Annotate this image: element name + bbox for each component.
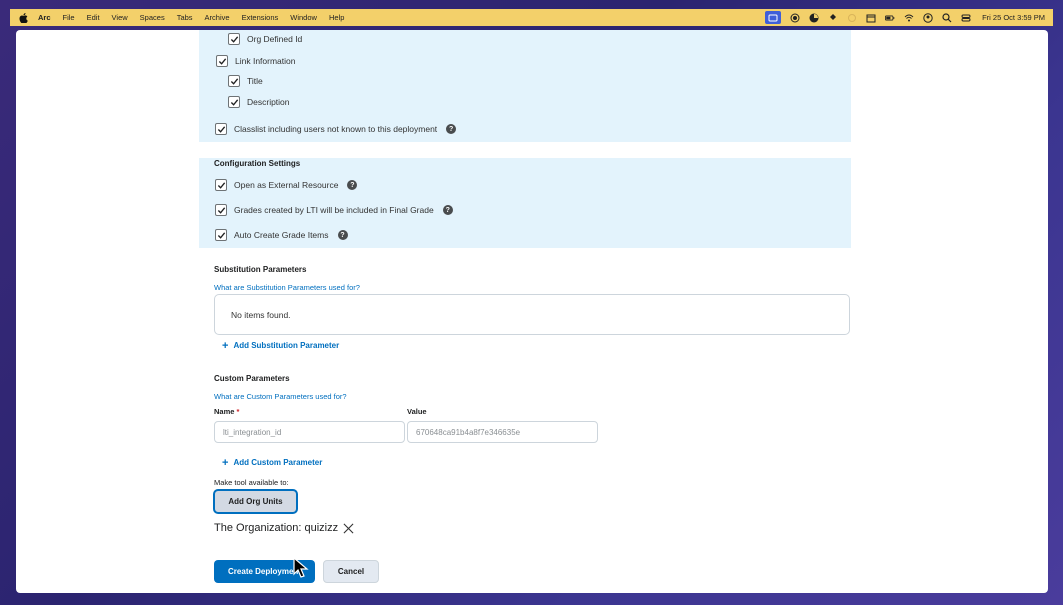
value-label: Value bbox=[407, 407, 427, 416]
status-area: Fri 25 Oct 3:59 PM bbox=[765, 11, 1045, 24]
checkbox[interactable] bbox=[215, 123, 227, 135]
screen-share-icon[interactable] bbox=[765, 11, 782, 24]
menu-app-name[interactable]: Arc bbox=[38, 13, 51, 22]
checkbox[interactable] bbox=[215, 179, 227, 191]
name-label-text: Name bbox=[214, 407, 235, 416]
checkbox-label: Link Information bbox=[235, 56, 296, 66]
substitution-parameters-list: No items found. bbox=[214, 294, 850, 335]
page-content: Org Defined Id Link Information Title De… bbox=[16, 30, 1048, 593]
control-center-icon[interactable] bbox=[961, 13, 971, 23]
menu-view[interactable]: View bbox=[112, 13, 128, 22]
mouse-cursor-icon bbox=[293, 557, 309, 578]
button-label: Add Substitution Parameter bbox=[233, 341, 340, 350]
help-icon[interactable]: ? bbox=[337, 230, 348, 240]
remove-icon[interactable] bbox=[343, 522, 355, 534]
help-icon[interactable]: ? bbox=[347, 180, 358, 190]
custom-parameters-heading: Custom Parameters bbox=[214, 374, 290, 383]
checkbox-grades-final[interactable]: Grades created by LTI will be included i… bbox=[215, 204, 453, 216]
checkbox-classlist[interactable]: Classlist including users not known to t… bbox=[215, 123, 457, 135]
pie-icon[interactable] bbox=[809, 13, 819, 23]
menu-archive[interactable]: Archive bbox=[205, 13, 230, 22]
checkbox[interactable] bbox=[216, 55, 228, 67]
checkbox-label: Open as External Resource bbox=[234, 180, 339, 190]
browser-window: Org Defined Id Link Information Title De… bbox=[16, 30, 1048, 593]
checkbox-label: Description bbox=[247, 97, 290, 107]
substitution-parameters-heading: Substitution Parameters bbox=[214, 265, 307, 274]
apple-icon[interactable] bbox=[18, 12, 28, 23]
input-value: lti_integration_id bbox=[223, 427, 282, 437]
record-icon[interactable] bbox=[790, 13, 800, 23]
search-icon[interactable] bbox=[942, 12, 952, 23]
help-icon[interactable]: ? bbox=[446, 124, 457, 134]
checkbox-label: Grades created by LTI will be included i… bbox=[234, 205, 434, 215]
add-substitution-parameter-button[interactable]: + Add Substitution Parameter bbox=[222, 339, 340, 352]
configuration-settings-heading: Configuration Settings bbox=[214, 159, 301, 168]
custom-param-value-input[interactable]: 670648ca91b4a8f7e346635e bbox=[407, 421, 598, 443]
menu-file[interactable]: File bbox=[63, 13, 75, 22]
menu-window[interactable]: Window bbox=[290, 13, 317, 22]
checkbox-title[interactable]: Title bbox=[228, 75, 263, 87]
menu-clock[interactable]: Fri 25 Oct 3:59 PM bbox=[982, 13, 1045, 22]
menu-tabs[interactable]: Tabs bbox=[177, 13, 193, 22]
checkbox[interactable] bbox=[228, 33, 240, 45]
checkbox[interactable] bbox=[228, 96, 240, 108]
menu-extensions[interactable]: Extensions bbox=[242, 13, 279, 22]
checkbox-label: Org Defined Id bbox=[247, 34, 303, 44]
menu-spaces[interactable]: Spaces bbox=[140, 13, 165, 22]
cancel-button[interactable]: Cancel bbox=[323, 560, 379, 583]
checkbox-label: Classlist including users not known to t… bbox=[234, 124, 438, 134]
macos-menu-bar: Arc File Edit View Spaces Tabs Archive E… bbox=[10, 9, 1053, 26]
sync-icon[interactable] bbox=[828, 13, 838, 23]
empty-state-text: No items found. bbox=[231, 309, 291, 320]
calendar-icon[interactable] bbox=[866, 13, 876, 23]
cloud-icon[interactable] bbox=[847, 13, 857, 23]
substitution-help-link[interactable]: What are Substitution Parameters used fo… bbox=[214, 283, 360, 292]
battery-icon[interactable] bbox=[885, 13, 895, 23]
required-mark: * bbox=[236, 407, 240, 416]
user-icon[interactable] bbox=[923, 12, 933, 23]
checkbox-label: Title bbox=[247, 76, 263, 86]
add-org-units-button[interactable]: Add Org Units bbox=[213, 489, 298, 514]
menu-help[interactable]: Help bbox=[329, 13, 344, 22]
checkbox-link-information[interactable]: Link Information bbox=[216, 55, 295, 67]
plus-icon: + bbox=[222, 456, 229, 469]
selected-org-unit: The Organization: quizizz bbox=[214, 522, 355, 534]
availability-label: Make tool available to: bbox=[214, 478, 289, 487]
checkbox[interactable] bbox=[215, 204, 227, 216]
checkbox-open-external[interactable]: Open as External Resource ? bbox=[215, 179, 358, 191]
checkbox[interactable] bbox=[215, 229, 227, 241]
custom-help-link[interactable]: What are Custom Parameters used for? bbox=[214, 392, 347, 401]
button-label: Add Custom Parameter bbox=[233, 458, 323, 467]
add-custom-parameter-button[interactable]: + Add Custom Parameter bbox=[222, 456, 323, 469]
name-label: Name * bbox=[214, 407, 239, 416]
checkbox-description[interactable]: Description bbox=[228, 96, 290, 108]
checkbox-auto-grade[interactable]: Auto Create Grade Items ? bbox=[215, 229, 348, 241]
checkbox[interactable] bbox=[228, 75, 240, 87]
plus-icon: + bbox=[222, 339, 229, 352]
wifi-icon[interactable] bbox=[904, 13, 914, 23]
input-value: 670648ca91b4a8f7e346635e bbox=[416, 427, 521, 437]
checkbox-org-defined-id[interactable]: Org Defined Id bbox=[228, 33, 302, 45]
menu-edit[interactable]: Edit bbox=[87, 13, 100, 22]
custom-param-name-input[interactable]: lti_integration_id bbox=[214, 421, 405, 443]
org-unit-name: The Organization: quizizz bbox=[214, 522, 339, 534]
checkbox-label: Auto Create Grade Items bbox=[234, 230, 329, 240]
help-icon[interactable]: ? bbox=[442, 205, 453, 215]
